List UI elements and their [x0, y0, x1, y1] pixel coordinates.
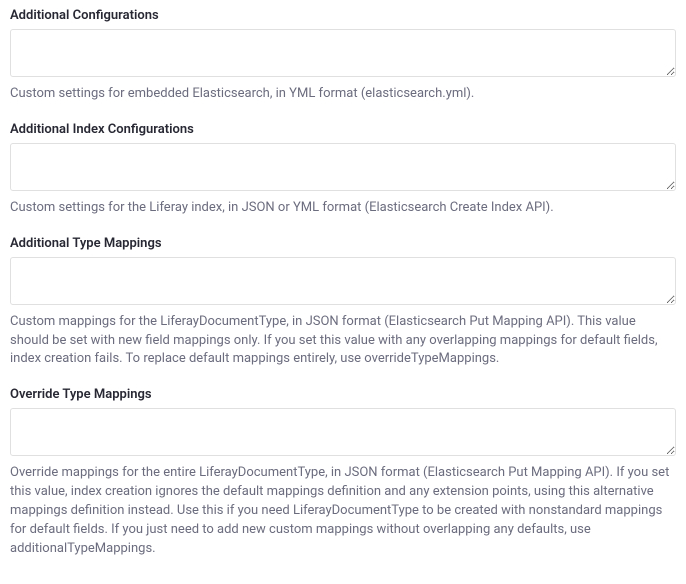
additional-configurations-group: Additional Configurations Custom setting…: [10, 8, 676, 104]
additional-type-mappings-help: Custom mappings for the LiferayDocumentT…: [10, 313, 676, 370]
additional-index-configurations-group: Additional Index Configurations Custom s…: [10, 122, 676, 218]
additional-configurations-input[interactable]: [10, 29, 676, 77]
additional-type-mappings-input[interactable]: [10, 257, 676, 305]
override-type-mappings-input[interactable]: [10, 408, 676, 456]
additional-configurations-label: Additional Configurations: [10, 8, 676, 23]
additional-index-configurations-label: Additional Index Configurations: [10, 122, 676, 137]
additional-type-mappings-group: Additional Type Mappings Custom mappings…: [10, 236, 676, 370]
additional-index-configurations-input[interactable]: [10, 143, 676, 191]
additional-index-configurations-help: Custom settings for the Liferay index, i…: [10, 199, 676, 218]
additional-configurations-help: Custom settings for embedded Elasticsear…: [10, 85, 676, 104]
override-type-mappings-label: Override Type Mappings: [10, 387, 676, 402]
additional-type-mappings-label: Additional Type Mappings: [10, 236, 676, 251]
override-type-mappings-group: Override Type Mappings Override mappings…: [10, 387, 676, 558]
override-type-mappings-help: Override mappings for the entire Liferay…: [10, 464, 676, 558]
